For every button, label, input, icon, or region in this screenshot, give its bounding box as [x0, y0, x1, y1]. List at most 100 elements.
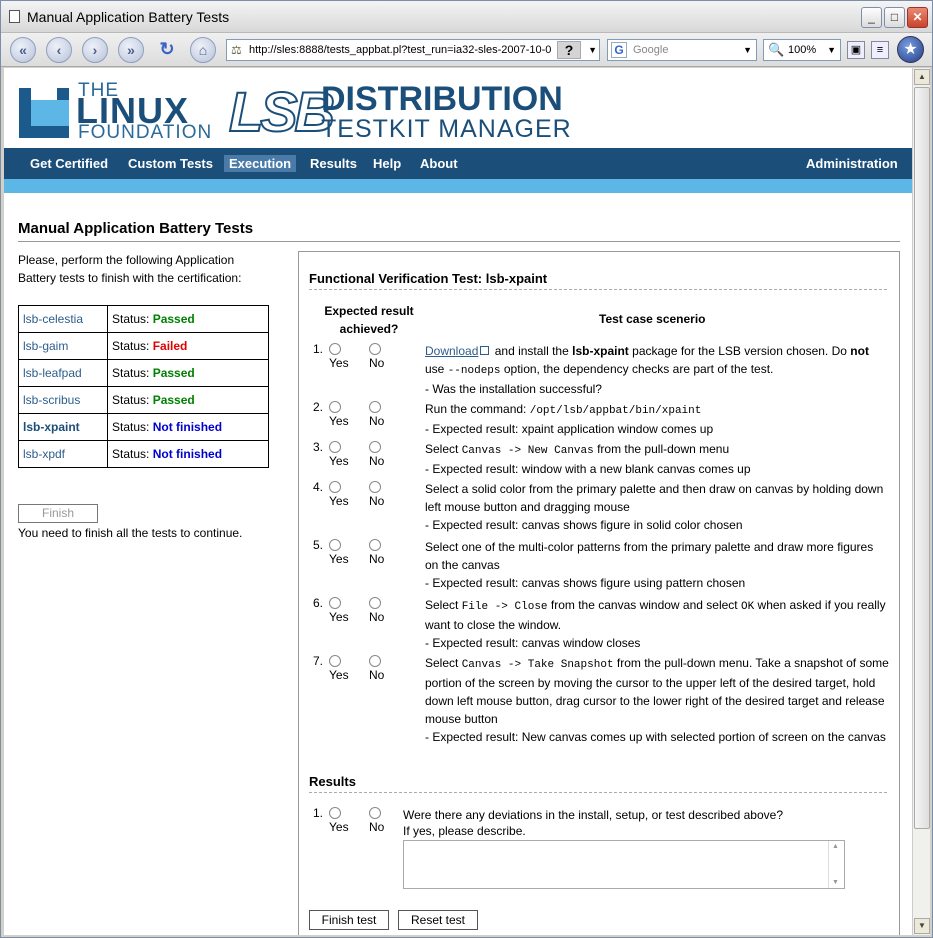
divider — [309, 792, 887, 793]
step-3-yes-radio[interactable]: Yes — [329, 440, 349, 468]
step-4-no-radio[interactable]: No — [369, 480, 384, 508]
results-heading: Results — [309, 774, 356, 789]
chevron-down-icon[interactable]: ▼ — [827, 45, 836, 55]
step-5-yes-radio[interactable]: Yes — [329, 538, 349, 566]
address-bar[interactable]: ⚖ http://sles:8888/tests_appbat.pl?test_… — [226, 39, 600, 61]
star-icon[interactable]: ★ — [897, 36, 924, 63]
address-input[interactable]: http://sles:8888/tests_appbat.pl?test_ru… — [249, 44, 565, 56]
radio-icon[interactable] — [329, 655, 341, 667]
step-2-text: Run the command: /opt/lsb/appbat/bin/xpa… — [425, 402, 714, 436]
header-logo: THE LINUX FOUNDATION LSB DISTRIBUTION TE… — [4, 68, 912, 148]
step-1-yes-radio[interactable]: Yes — [329, 342, 349, 370]
logo-testkit-manager: TESTKIT MANAGER — [321, 115, 572, 143]
logo-foundation: FOUNDATION — [78, 122, 213, 143]
reset-test-button[interactable]: Reset test — [398, 910, 478, 930]
maximize-button[interactable]: □ — [884, 7, 905, 28]
radio-icon[interactable] — [329, 401, 341, 413]
textarea-scrollbar[interactable]: ▲ ▼ — [828, 841, 844, 888]
chevron-down-icon[interactable]: ▼ — [743, 45, 752, 55]
chevron-down-icon[interactable]: ▼ — [588, 45, 597, 55]
step-7-no-radio[interactable]: No — [369, 654, 384, 682]
nav-results[interactable]: Results — [310, 156, 357, 171]
search-input[interactable]: Google — [633, 44, 668, 56]
nav-about[interactable]: About — [420, 156, 458, 171]
status-label: Status: — [112, 339, 150, 353]
radio-icon[interactable] — [329, 597, 341, 609]
scroll-up-icon[interactable]: ▲ — [832, 843, 839, 850]
step-4-yes-radio[interactable]: Yes — [329, 480, 349, 508]
search-box[interactable]: G Google ▼ — [607, 39, 757, 61]
download-link[interactable]: Download — [425, 344, 478, 358]
nav-get-certified[interactable]: Get Certified — [30, 156, 108, 171]
back-icon[interactable]: ‹ — [46, 37, 72, 63]
radio-icon[interactable] — [329, 539, 341, 551]
zoom-select[interactable]: 🔍 100% ▼ — [763, 39, 841, 61]
forward-icon[interactable]: › — [82, 37, 108, 63]
radio-icon[interactable] — [329, 481, 341, 493]
title-divider — [18, 241, 900, 242]
linux-foundation-logo-icon — [19, 88, 69, 138]
test-link-lsb-gaim[interactable]: lsb-gaim — [23, 339, 68, 353]
finish-button[interactable]: Finish — [18, 504, 98, 523]
home-icon[interactable]: ⌂ — [190, 37, 216, 63]
step-number: 1. — [312, 342, 323, 356]
google-icon: G — [611, 42, 627, 58]
forward-history-icon[interactable]: » — [118, 37, 144, 63]
step-5-no-radio[interactable]: No — [369, 538, 384, 566]
radio-icon[interactable] — [329, 343, 341, 355]
radio-icon[interactable] — [369, 655, 381, 667]
radio-icon[interactable] — [329, 807, 341, 819]
nav-help[interactable]: Help — [373, 156, 401, 171]
radio-icon[interactable] — [329, 441, 341, 453]
step-2-yes-radio[interactable]: Yes — [329, 400, 349, 428]
table-row: lsb-celestia Status: Passed — [18, 305, 269, 333]
minimize-button[interactable]: _ — [861, 7, 882, 28]
table-row: lsb-xpaint Status: Not finished — [18, 413, 269, 441]
nav-administration[interactable]: Administration — [806, 156, 898, 171]
nav-execution[interactable]: Execution — [224, 155, 297, 172]
deviations-textarea[interactable]: ▲ ▼ — [403, 840, 845, 889]
radio-icon[interactable] — [369, 807, 381, 819]
scroll-down-icon[interactable]: ▼ — [914, 918, 930, 934]
help-icon[interactable]: ? — [557, 41, 581, 59]
nav-custom-tests[interactable]: Custom Tests — [128, 156, 213, 171]
zoom-value: 100% — [788, 44, 817, 56]
picture-icon[interactable]: ▣ — [847, 41, 865, 59]
page-scrollbar[interactable]: ▲ ▼ — [912, 68, 930, 935]
browser-window: Manual Application Battery Tests _ □ ✕ «… — [0, 0, 933, 938]
results-yes-radio[interactable]: Yes — [329, 806, 349, 834]
step-6-yes-radio[interactable]: Yes — [329, 596, 349, 624]
browser-toolbar: « ‹ › » ↻ ⌂ ⚖ http://sles:8888/tests_app… — [1, 33, 932, 67]
status-badge: Passed — [152, 366, 195, 380]
results-no-radio[interactable]: No — [369, 806, 384, 834]
scroll-thumb[interactable] — [914, 87, 930, 829]
page-viewport: THE LINUX FOUNDATION LSB DISTRIBUTION TE… — [4, 68, 912, 935]
step-1-no-radio[interactable]: No — [369, 342, 384, 370]
test-link-lsb-scribus[interactable]: lsb-scribus — [23, 393, 80, 407]
reload-icon[interactable]: ↻ — [154, 37, 180, 63]
test-link-lsb-leafpad[interactable]: lsb-leafpad — [23, 366, 82, 380]
scroll-up-icon[interactable]: ▲ — [914, 69, 930, 85]
step-2-no-radio[interactable]: No — [369, 400, 384, 428]
test-link-lsb-xpaint[interactable]: lsb-xpaint — [23, 420, 80, 434]
radio-icon[interactable] — [369, 343, 381, 355]
step-3-no-radio[interactable]: No — [369, 440, 384, 468]
radio-icon[interactable] — [369, 597, 381, 609]
step-4-text: Select a solid color from the primary pa… — [425, 482, 884, 532]
scroll-down-icon[interactable]: ▼ — [832, 879, 839, 886]
close-button[interactable]: ✕ — [907, 7, 928, 28]
radio-icon[interactable] — [369, 441, 381, 453]
radio-icon[interactable] — [369, 539, 381, 551]
intro-text: Please, perform the following Applicatio… — [18, 253, 242, 285]
step-7-yes-radio[interactable]: Yes — [329, 654, 349, 682]
radio-icon[interactable] — [369, 401, 381, 413]
back-history-icon[interactable]: « — [10, 37, 36, 63]
document-icon[interactable]: ≡ — [871, 41, 889, 59]
radio-icon[interactable] — [369, 481, 381, 493]
test-link-lsb-xpdf[interactable]: lsb-xpdf — [23, 447, 65, 461]
test-link-lsb-celestia[interactable]: lsb-celestia — [23, 312, 83, 326]
table-row: lsb-leafpad Status: Passed — [18, 359, 269, 387]
status-label: Status: — [112, 366, 150, 380]
finish-test-button[interactable]: Finish test — [309, 910, 389, 930]
step-6-no-radio[interactable]: No — [369, 596, 384, 624]
